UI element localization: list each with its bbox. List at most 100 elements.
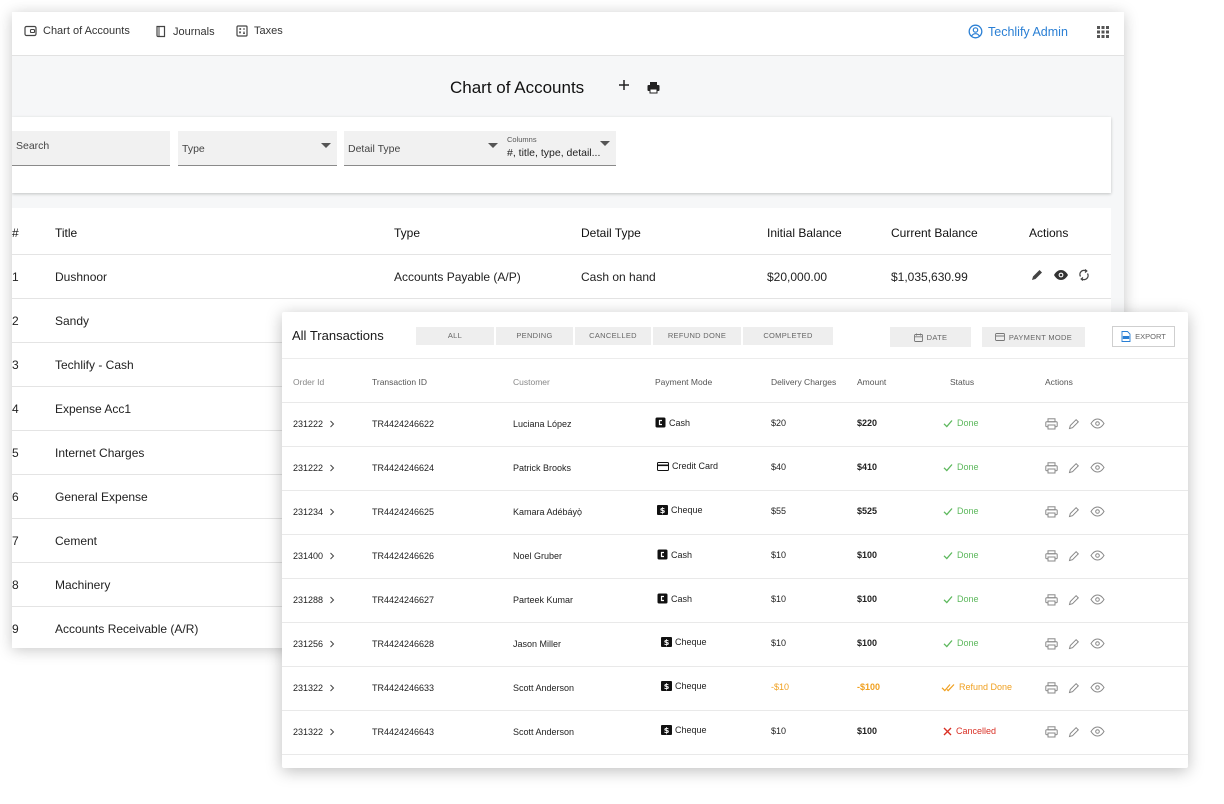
order-id-cell[interactable]: 231322	[293, 683, 336, 693]
tab-cancelled[interactable]: CANCELLED	[575, 327, 651, 345]
edit-icon[interactable]	[1068, 506, 1080, 518]
status-label: Refund Done	[959, 682, 1013, 692]
chevron-right-icon	[330, 596, 335, 604]
print-icon[interactable]	[1045, 506, 1058, 518]
print-icon[interactable]	[1045, 726, 1058, 738]
status-label: Done	[957, 638, 979, 648]
table-row[interactable]: 231256 TR4424246628 Jason Miller $ Cheque $10…	[282, 623, 1188, 667]
detail-type-select[interactable]: Detail Type	[344, 131, 504, 166]
tab-pending[interactable]: PENDING	[496, 327, 573, 345]
row-number: 1	[12, 270, 19, 284]
payment-mode: $ Cheque	[661, 681, 707, 691]
amount: $410	[857, 462, 878, 472]
order-id-cell[interactable]: 231222	[293, 419, 336, 429]
top-nav-bar: Chart of Accounts Journals Taxes Techlif…	[12, 12, 1124, 56]
eye-icon[interactable]	[1090, 594, 1105, 605]
order-id-cell[interactable]: 231234	[293, 507, 336, 517]
row-number: 4	[12, 402, 19, 416]
plus-icon[interactable]	[618, 78, 630, 92]
nav-chart-of-accounts[interactable]: Chart of Accounts	[24, 25, 130, 37]
edit-icon[interactable]	[1068, 550, 1080, 562]
col-header: Current Balance	[891, 226, 978, 240]
eye-icon[interactable]	[1090, 462, 1105, 473]
print-icon[interactable]	[1045, 638, 1058, 650]
tab-completed[interactable]: COMPLETED	[743, 327, 833, 345]
transaction-id: TR4424246622	[372, 419, 435, 429]
eye-icon[interactable]	[1090, 418, 1105, 429]
row-current-balance: $1,035,630.99	[891, 270, 968, 284]
payment-mode-label: Credit Card	[672, 461, 719, 471]
tab-all[interactable]: ALL	[416, 327, 494, 345]
order-id-cell[interactable]: 231288	[293, 595, 336, 605]
eye-icon[interactable]	[1090, 550, 1105, 561]
col-header: Transaction ID	[372, 377, 427, 387]
edit-icon[interactable]	[1068, 638, 1080, 650]
eye-icon[interactable]	[1053, 268, 1069, 282]
search-input[interactable]: Search	[12, 131, 170, 166]
row-title: Cement	[55, 534, 98, 548]
table-row[interactable]: 1 Dushnoor Accounts Payable (A/P) Cash o…	[12, 255, 1111, 299]
amount: $100	[857, 594, 878, 604]
payment-mode-filter-button[interactable]: PAYMENT MODE	[982, 327, 1085, 347]
export-button[interactable]: EXPORT	[1112, 326, 1175, 347]
tab-refund-done[interactable]: REFUND DONE	[653, 327, 741, 345]
print-icon[interactable]	[1045, 682, 1058, 694]
user-menu[interactable]: Techlify Admin	[968, 24, 1068, 39]
order-id-cell[interactable]: 231222	[293, 463, 336, 473]
nav-taxes[interactable]: Taxes	[236, 25, 283, 37]
chevron-right-icon	[330, 420, 335, 428]
sync-icon[interactable]	[1078, 268, 1090, 282]
eye-icon[interactable]	[1090, 682, 1105, 693]
order-id: 231234	[293, 507, 324, 517]
eye-icon[interactable]	[1090, 726, 1105, 737]
status-badge: Done	[943, 506, 979, 516]
edit-icon[interactable]	[1068, 418, 1080, 430]
edit-icon[interactable]	[1068, 682, 1080, 694]
edit-icon[interactable]	[1068, 594, 1080, 606]
amount: $100	[857, 726, 878, 736]
row-number: 7	[12, 534, 19, 548]
table-row[interactable]: 231322 TR4424246633 Scott Anderson $ Cheque -…	[282, 667, 1188, 711]
table-row[interactable]: 231322 TR4424246643 Scott Anderson $ Cheque $…	[282, 711, 1188, 755]
order-id-cell[interactable]: 231256	[293, 639, 336, 649]
table-row[interactable]: 231222 TR4424246622 Luciana López Cash $20 $2…	[282, 403, 1188, 447]
status-label: Cancelled	[956, 726, 997, 736]
edit-icon[interactable]	[1068, 726, 1080, 738]
row-number: 9	[12, 622, 19, 636]
print-icon[interactable]	[647, 81, 660, 94]
print-icon[interactable]	[1045, 594, 1058, 606]
type-placeholder: Type	[182, 143, 205, 155]
check-icon	[943, 419, 953, 428]
eye-icon[interactable]	[1090, 638, 1105, 649]
chevron-down-icon	[600, 141, 610, 146]
nav-label: Journals	[173, 25, 215, 38]
apps-grid-icon[interactable]	[1097, 26, 1109, 38]
edit-icon[interactable]	[1068, 462, 1080, 474]
edit-icon[interactable]	[1030, 268, 1044, 282]
order-id-cell[interactable]: 231400	[293, 551, 336, 561]
date-filter-button[interactable]: DATE	[890, 327, 971, 347]
delivery-charges: $10	[771, 638, 787, 648]
cheque-icon: $	[661, 637, 672, 647]
print-icon[interactable]	[1045, 550, 1058, 562]
columns-select[interactable]: Columns #, title, type, detail...	[504, 131, 616, 166]
table-row[interactable]: 231400 TR4424246626 Noel Gruber Cash $10 $100…	[282, 535, 1188, 579]
table-row[interactable]: 231222 TR4424246624 Patrick Brooks Credit C…	[282, 447, 1188, 491]
status-label: Done	[957, 594, 979, 604]
transaction-id: TR4424246643	[372, 727, 435, 737]
col-header: Type	[394, 226, 421, 240]
print-icon[interactable]	[1045, 418, 1058, 430]
type-select[interactable]: Type	[178, 131, 337, 166]
print-icon[interactable]	[1045, 462, 1058, 474]
row-actions	[1045, 418, 1105, 430]
row-actions	[1045, 462, 1105, 474]
payment-mode: Cash	[655, 417, 690, 428]
order-id-cell[interactable]: 231322	[293, 727, 336, 737]
svg-text:$: $	[664, 682, 670, 691]
eye-icon[interactable]	[1090, 506, 1105, 517]
row-actions	[1045, 506, 1105, 518]
table-row[interactable]: 231234 TR4424246625 Kamara Adébáyọ̀ $ Cheque…	[282, 491, 1188, 535]
table-row[interactable]: 231288 TR4424246627 Parteek Kumar Cash $10 $1…	[282, 579, 1188, 623]
nav-journals[interactable]: Journals	[155, 25, 215, 38]
transactions-header: Order Id Transaction ID Customer Payment…	[282, 359, 1188, 403]
